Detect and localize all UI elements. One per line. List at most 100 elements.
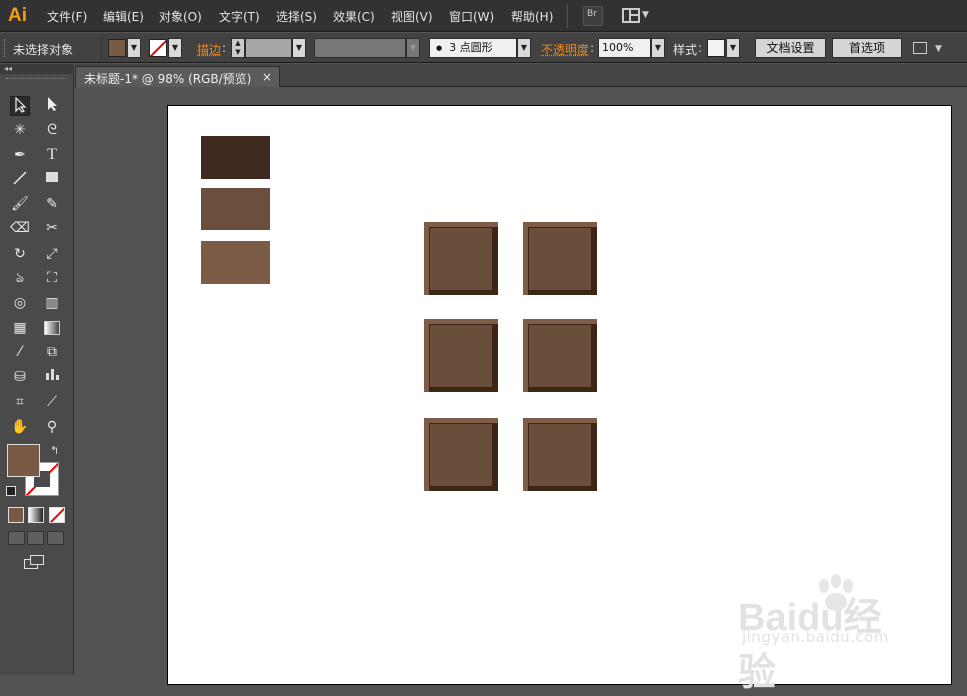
- menu-select[interactable]: 选择(S): [276, 8, 317, 25]
- menu-bar: Ai 文件(F) 编辑(E) 对象(O) 文字(T) 选择(S) 效果(C) 视…: [0, 0, 967, 32]
- warp-tool-icon[interactable]: ঌ: [10, 268, 30, 288]
- style-label: 样式: [673, 43, 698, 57]
- stroke-weight-input[interactable]: [245, 38, 292, 58]
- tile-face: [429, 423, 493, 487]
- selection-tool-icon[interactable]: [10, 96, 30, 116]
- symbol-sprayer-tool-icon[interactable]: ⛁: [10, 367, 30, 387]
- hand-tool-icon[interactable]: ✋: [10, 417, 30, 437]
- draw-inside-icon[interactable]: [47, 531, 64, 545]
- blend-tool-icon[interactable]: ⧉: [42, 342, 62, 362]
- bridge-button[interactable]: Br: [583, 6, 603, 26]
- gradient-tool-icon[interactable]: [42, 318, 62, 338]
- baidu-watermark: Baidu经验 jingyan.baidu.com: [738, 572, 918, 694]
- tools-panel: ◂◂ ✳ ᘓ ✒ T 🖌 ✎ ⌫ ✂ ↻ ⤢ ঌ ⛶ ◎ ▥ ▦ ⁄ ⧉ ⛁ ⌗…: [0, 64, 74, 675]
- document-setup-button[interactable]: 文档设置: [755, 38, 826, 58]
- eyedropper-tool-icon[interactable]: ⁄: [10, 342, 30, 362]
- scissors-tool-icon[interactable]: ✂: [42, 218, 62, 238]
- panel-collapse-grip[interactable]: ◂◂: [0, 64, 74, 74]
- direct-selection-tool-icon[interactable]: [42, 96, 62, 116]
- rectangle-tool-icon[interactable]: [42, 170, 62, 190]
- perspective-grid-tool-icon[interactable]: ▥: [42, 293, 62, 313]
- pen-tool-icon[interactable]: ✒: [10, 145, 30, 165]
- chocolate-tile[interactable]: [424, 319, 498, 392]
- canvas-area[interactable]: Baidu经验 jingyan.baidu.com: [75, 88, 967, 694]
- arrange-documents-icon[interactable]: [913, 42, 927, 54]
- chevron-down-icon[interactable]: ▼: [642, 10, 649, 20]
- stroke-weight-stepper[interactable]: ▲ ▼: [231, 38, 245, 58]
- chevron-down-icon[interactable]: ▼: [935, 44, 942, 54]
- tile-face: [429, 324, 493, 388]
- chocolate-tile[interactable]: [424, 418, 498, 491]
- menu-help[interactable]: 帮助(H): [511, 8, 553, 25]
- blob-brush-tool-icon[interactable]: ⌫: [10, 218, 30, 238]
- menu-object[interactable]: 对象(O): [159, 8, 202, 25]
- document-tab-bar: 未标题-1* @ 98% (RGB/预览) ×: [75, 64, 967, 87]
- chevron-down-icon[interactable]: ▼: [292, 38, 306, 58]
- lasso-tool-icon[interactable]: ᘓ: [42, 120, 62, 140]
- stroke-label[interactable]: 描边: [197, 41, 221, 58]
- close-icon[interactable]: ×: [262, 70, 272, 84]
- swatch-medium-brown[interactable]: [201, 188, 270, 230]
- menu-file[interactable]: 文件(F): [47, 8, 87, 25]
- opacity-label[interactable]: 不透明度: [541, 41, 589, 58]
- free-transform-tool-icon[interactable]: ⛶: [42, 268, 62, 288]
- workspace-layout-icon[interactable]: [622, 8, 640, 23]
- shape-builder-tool-icon[interactable]: ◎: [10, 293, 30, 313]
- tile-face: [528, 324, 592, 388]
- chevron-down-icon[interactable]: ▼: [406, 38, 420, 58]
- chevron-down-icon[interactable]: ▼: [651, 38, 665, 58]
- opacity-input[interactable]: 100%: [598, 38, 651, 58]
- pencil-tool-icon[interactable]: ✎: [42, 194, 62, 214]
- draw-behind-icon[interactable]: [27, 531, 44, 545]
- menu-view[interactable]: 视图(V): [391, 8, 433, 25]
- menu-window[interactable]: 窗口(W): [449, 8, 494, 25]
- menu-type[interactable]: 文字(T): [219, 8, 260, 25]
- graphic-style-swatch[interactable]: [707, 39, 725, 57]
- fill-color-box[interactable]: [7, 444, 40, 477]
- swatch-light-brown[interactable]: [201, 241, 270, 284]
- chocolate-tile[interactable]: [523, 418, 597, 491]
- gradient-mode-icon[interactable]: [28, 507, 44, 523]
- stroke-none-swatch[interactable]: [149, 39, 167, 57]
- draw-normal-icon[interactable]: [8, 531, 25, 545]
- mesh-tool-icon[interactable]: ▦: [10, 318, 30, 338]
- screen-mode-icon[interactable]: [24, 555, 46, 571]
- document-tab-title: 未标题-1* @ 98% (RGB/预览): [84, 72, 252, 86]
- default-colors-icon[interactable]: [6, 486, 16, 496]
- menu-edit[interactable]: 编辑(E): [103, 8, 144, 25]
- chevron-down-icon[interactable]: ▼: [517, 38, 531, 58]
- chocolate-tile[interactable]: [523, 319, 597, 392]
- tile-face: [528, 423, 592, 487]
- slice-tool-icon[interactable]: ⟋: [42, 392, 62, 412]
- scale-tool-icon[interactable]: ⤢: [42, 244, 62, 264]
- artboard-tool-icon[interactable]: ⌗: [10, 392, 30, 412]
- paintbrush-tool-icon[interactable]: 🖌: [10, 194, 30, 214]
- chevron-down-icon[interactable]: ▼: [726, 38, 740, 58]
- dot-icon: ●: [436, 44, 443, 52]
- fill-color-swatch[interactable]: [108, 39, 126, 57]
- chevron-down-icon[interactable]: ▼: [168, 38, 182, 58]
- brush-definition-dropdown[interactable]: ● 3 点圆形: [429, 38, 517, 58]
- preferences-button[interactable]: 首选项: [832, 38, 902, 58]
- document-tab[interactable]: 未标题-1* @ 98% (RGB/预览) ×: [75, 66, 280, 87]
- tile-face: [429, 227, 493, 291]
- magic-wand-tool-icon[interactable]: ✳: [10, 120, 30, 140]
- bridge-icon: Br: [587, 9, 597, 19]
- color-mode-icon[interactable]: [8, 507, 24, 523]
- chevron-down-icon[interactable]: ▼: [127, 38, 141, 58]
- none-mode-icon[interactable]: [49, 507, 65, 523]
- rotate-tool-icon[interactable]: ↻: [10, 244, 30, 264]
- line-tool-icon[interactable]: [10, 170, 30, 190]
- type-tool-icon[interactable]: T: [42, 145, 62, 165]
- variable-width-profile[interactable]: [314, 38, 406, 58]
- watermark-url: jingyan.baidu.com: [742, 628, 889, 646]
- chocolate-tile[interactable]: [523, 222, 597, 295]
- chocolate-tile[interactable]: [424, 222, 498, 295]
- swap-colors-icon[interactable]: ↰: [50, 444, 59, 457]
- tile-face: [528, 227, 592, 291]
- zoom-tool-icon[interactable]: ⚲: [42, 417, 62, 437]
- swatch-dark-brown[interactable]: [201, 136, 270, 179]
- column-graph-tool-icon[interactable]: [42, 367, 62, 387]
- control-bar: 未选择对象 ▼ ▼ 描边 : ▲ ▼ ▼ ▼ ● 3 点圆形 ▼ 不透明度 : 1…: [0, 33, 967, 63]
- menu-effect[interactable]: 效果(C): [333, 8, 375, 25]
